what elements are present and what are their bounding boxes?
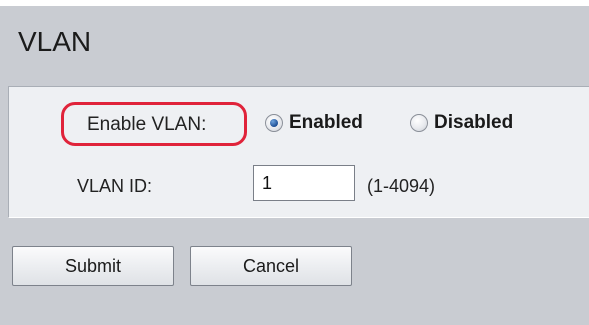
radio-disabled-option[interactable]: Disabled [410, 111, 513, 135]
page-title: VLAN [18, 26, 92, 57]
radio-enabled-option[interactable]: Enabled [265, 111, 363, 135]
enable-vlan-label: Enable VLAN: [87, 114, 207, 135]
radio-enabled[interactable] [265, 114, 283, 132]
radio-disabled[interactable] [410, 114, 428, 132]
vlan-settings-panel: Enable VLAN: Enabled Disabled VLAN ID: (… [8, 86, 589, 218]
vlan-id-input[interactable] [253, 165, 355, 201]
submit-button[interactable]: Submit [12, 246, 174, 286]
cancel-button[interactable]: Cancel [190, 246, 352, 286]
radio-enabled-label[interactable]: Enabled [289, 111, 363, 135]
radio-disabled-label[interactable]: Disabled [434, 111, 513, 135]
vlan-id-label: VLAN ID: [77, 176, 153, 196]
top-strip [0, 0, 589, 6]
vlan-id-range-hint: (1-4094) [367, 176, 436, 196]
